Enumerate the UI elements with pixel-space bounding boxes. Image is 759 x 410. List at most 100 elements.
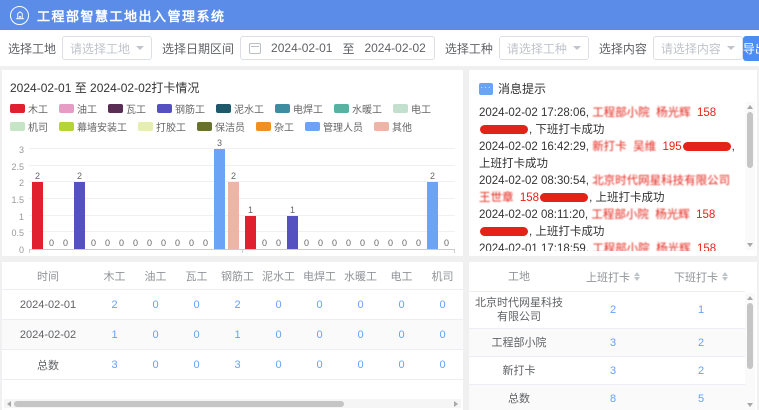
count-link[interactable]: 0 [135,359,176,371]
bar-其他[interactable] [228,182,239,249]
column-header: 工地 [469,266,569,288]
count-link[interactable]: 0 [381,329,422,341]
legend-item[interactable]: 水暖工 [334,101,382,116]
site-select[interactable]: 请选择工地 [62,36,152,60]
message-phone: 158 [520,192,589,204]
count-link[interactable]: 3 [569,333,657,353]
count-link[interactable]: 0 [422,329,463,341]
bar-value-label: 0 [444,238,449,248]
count-link[interactable]: 0 [422,299,463,311]
count-link[interactable]: 0 [381,299,422,311]
count-link[interactable]: 0 [135,329,176,341]
bar-group: 200200000000032 [29,150,242,249]
column-header[interactable]: 下班打卡 [657,265,745,289]
legend-item[interactable]: 保洁员 [197,119,245,134]
column-header: 钢筋工 [217,268,258,284]
count-link[interactable]: 0 [258,359,299,371]
count-link[interactable]: 0 [381,359,422,371]
bar-管理人员[interactable] [214,149,225,249]
worktype-select[interactable]: 请选择工种 [499,36,589,60]
column-header[interactable]: 上班打卡 [569,265,657,289]
count-link[interactable]: 0 [422,359,463,371]
legend-item[interactable]: 泥水工 [216,101,264,116]
messages-scrollbar[interactable] [745,102,755,250]
export-button[interactable]: 导出 [743,36,759,61]
count-link[interactable]: 0 [299,359,340,371]
bar-value-label: 0 [304,238,309,248]
scrollbar-thumb[interactable] [14,401,344,407]
bar-管理人员[interactable] [427,182,438,249]
scroll-down-icon[interactable] [747,403,753,407]
scroll-up-icon[interactable] [747,105,753,109]
left-table-hscrollbar[interactable] [4,399,461,408]
count-link[interactable]: 3 [94,359,135,371]
count-link[interactable]: 2 [657,361,745,381]
column-header: 油工 [135,268,176,284]
content-filter-label: 选择内容 [599,40,647,57]
count-link[interactable]: 0 [176,329,217,341]
count-link[interactable]: 0 [135,299,176,311]
legend-item[interactable]: 机司 [10,119,48,134]
count-link[interactable]: 8 [569,389,657,409]
count-link[interactable]: 0 [340,329,381,341]
count-link[interactable]: 2 [569,300,657,320]
count-link[interactable]: 5 [657,389,745,409]
scroll-left-icon[interactable] [7,401,11,407]
content-select[interactable]: 请选择内容 [653,36,743,60]
count-link[interactable]: 0 [176,299,217,311]
sort-icon[interactable] [634,272,640,281]
legend-label: 管理人员 [323,119,363,134]
bar-value-label: 0 [276,238,281,248]
bar-钢筋工[interactable] [74,182,85,249]
count-link[interactable]: 0 [258,299,299,311]
bar-value-label: 0 [91,238,96,248]
legend-item[interactable]: 电工 [393,101,431,116]
legend-item[interactable]: 瓦工 [108,101,146,116]
legend-item[interactable]: 幕墙安装工 [59,119,127,134]
right-table-vscrollbar[interactable] [745,293,755,410]
date-end-value[interactable]: 2024-02-02 [364,41,425,55]
legend-item[interactable]: 其他 [374,119,412,134]
legend-item[interactable]: 打胶工 [138,119,186,134]
legend-item[interactable]: 木工 [10,101,48,116]
column-header-label: 工地 [508,270,530,284]
phone-redaction-block [480,227,528,236]
legend-item[interactable]: 油工 [59,101,97,116]
scroll-right-icon[interactable] [454,401,458,407]
legend-item[interactable]: 管理人员 [305,119,363,134]
count-link[interactable]: 0 [258,329,299,341]
column-header-label: 下班打卡 [674,269,718,285]
scroll-up-icon[interactable] [747,296,753,300]
bar-slot: 0 [412,238,426,249]
scrollbar-thumb[interactable] [747,303,753,369]
scroll-down-icon[interactable] [747,243,753,247]
count-link[interactable]: 1 [657,300,745,320]
sort-icon[interactable] [722,272,728,281]
count-link[interactable]: 0 [176,359,217,371]
bar-钢筋工[interactable] [287,216,298,249]
date-start-value[interactable]: 2024-02-01 [271,41,332,55]
legend-item[interactable]: 钢筋工 [157,101,205,116]
y-tick-label: 0.5 [11,228,24,238]
scrollbar-thumb[interactable] [747,112,753,168]
count-link[interactable]: 0 [299,299,340,311]
count-link[interactable]: 1 [94,329,135,341]
legend-item[interactable]: 电焊工 [275,101,323,116]
count-link[interactable]: 0 [299,329,340,341]
y-tick-label: 2 [19,178,24,188]
bar-value-label: 2 [231,171,236,181]
legend-label: 机司 [28,119,48,134]
count-link[interactable]: 0 [340,299,381,311]
count-link[interactable]: 1 [217,329,258,341]
count-link[interactable]: 2 [94,299,135,311]
bar-木工[interactable] [32,182,43,249]
bar-木工[interactable] [245,216,256,249]
count-link[interactable]: 2 [657,333,745,353]
count-link[interactable]: 0 [340,359,381,371]
count-link[interactable]: 3 [569,361,657,381]
x-axis-tick [29,249,30,253]
count-link[interactable]: 3 [217,359,258,371]
date-range-picker[interactable]: 2024-02-01 至 2024-02-02 [240,36,435,60]
legend-item[interactable]: 杂工 [256,119,294,134]
count-link[interactable]: 2 [217,299,258,311]
